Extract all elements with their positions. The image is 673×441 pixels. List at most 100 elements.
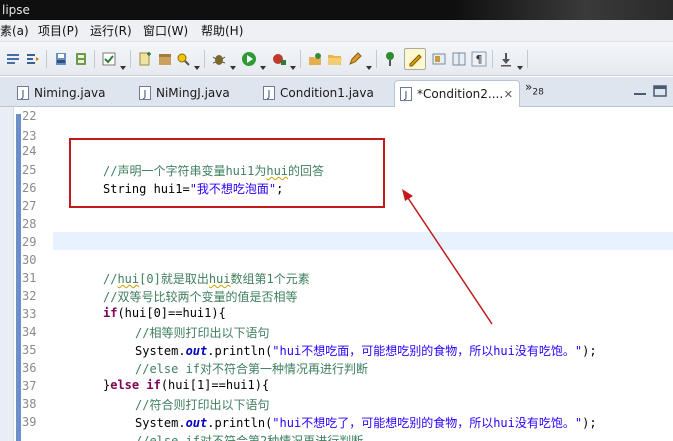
- pin-icon[interactable]: [381, 50, 399, 68]
- annotation-gutter: [0, 107, 14, 441]
- code-line-39[interactable]: System.out.println("hui不想吃了，可能想吃别的食物，所以h…: [135, 414, 597, 431]
- new-class-icon[interactable]: [136, 50, 154, 68]
- code-line-33[interactable]: if(hui[0]==hui1){: [103, 306, 226, 320]
- tab-condition2-java[interactable]: J *Condition2.... ✕: [394, 80, 520, 107]
- main-toolbar: ¶: [0, 42, 673, 76]
- open-folder-icon[interactable]: [326, 50, 344, 68]
- code-text: (hui[0]==hui1){: [117, 306, 226, 320]
- code-string: "hui不想吃面，可能想吃别的食物，所以hui没有吃饱。": [272, 344, 583, 358]
- code-line-37[interactable]: }else if(hui[1]==hui1){: [103, 378, 269, 392]
- chevron-down-icon[interactable]: [260, 56, 266, 70]
- svg-text:J: J: [21, 89, 25, 100]
- package-icon[interactable]: [156, 50, 174, 68]
- refactor-icon[interactable]: [24, 50, 42, 68]
- debug-perspective-icon[interactable]: [72, 50, 90, 68]
- line-number: 38: [22, 397, 37, 411]
- title-bar-glare: [453, 0, 673, 20]
- code-line-36[interactable]: //else if对不符合第一种情况再进行判断: [135, 360, 368, 377]
- menu-bar: 素(a) 项目(P) 运行(R) 窗口(W) 帮助(H): [0, 20, 673, 42]
- java-file-icon: J: [139, 86, 151, 100]
- pen-icon[interactable]: [346, 50, 364, 68]
- minimize-icon[interactable]: [632, 84, 648, 98]
- toolbar-separator: [204, 50, 205, 68]
- line-number: 24: [22, 144, 37, 158]
- spelling-warning: hui: [117, 272, 140, 286]
- save-all-icon[interactable]: [52, 50, 70, 68]
- menu-source[interactable]: 素(a): [0, 20, 29, 42]
- external-tools-icon[interactable]: [270, 50, 288, 68]
- chevron-down-icon[interactable]: [517, 56, 523, 70]
- code-text: );: [582, 344, 597, 358]
- line-number: 39: [22, 415, 37, 429]
- svg-text:¶: ¶: [476, 53, 483, 66]
- code-comment: [0]就是取出: [139, 272, 209, 286]
- nav-back-icon[interactable]: [497, 50, 515, 68]
- code-text: );: [582, 416, 597, 430]
- code-text: .println(: [207, 416, 273, 430]
- toolbar-separator: [527, 50, 528, 68]
- code-field: out: [185, 344, 208, 358]
- tab-label: *Condition2....: [417, 87, 504, 101]
- line-number: 31: [22, 271, 37, 285]
- editor-tab-bar: J Niming.java J NiMingJ.java J Condition…: [0, 77, 673, 107]
- menu-window[interactable]: 窗口(W): [143, 20, 188, 42]
- hidden-tab-count: 28: [532, 87, 544, 98]
- line-number: 25: [22, 163, 37, 177]
- debug-icon[interactable]: [210, 50, 228, 68]
- menu-project[interactable]: 项目(P): [38, 20, 79, 42]
- toolbar-separator: [130, 50, 131, 68]
- checklist-icon[interactable]: [100, 50, 118, 68]
- annotation-highlight-box: [69, 138, 385, 208]
- chevron-down-icon[interactable]: [230, 56, 236, 70]
- svg-text:J: J: [267, 89, 271, 100]
- chevron-down-icon[interactable]: [120, 56, 126, 70]
- toolbar-separator: [376, 50, 377, 68]
- code-line-35[interactable]: System.out.println("hui不想吃面，可能想吃别的食物，所以h…: [135, 342, 597, 359]
- chevron-down-icon[interactable]: [290, 56, 296, 70]
- run-icon[interactable]: [240, 50, 258, 68]
- pilcrow-icon[interactable]: ¶: [470, 50, 488, 68]
- window-title-bar: lipse: [0, 0, 673, 20]
- outline-icon[interactable]: [4, 50, 22, 68]
- menu-help[interactable]: 帮助(H): [201, 20, 243, 42]
- code-line-34[interactable]: //相等则打印出以下语句: [135, 324, 269, 341]
- code-keyword: else: [110, 378, 140, 392]
- code-line-31[interactable]: //hui[0]就是取出hui数组第1个元素: [103, 270, 310, 287]
- line-number: 34: [22, 325, 37, 339]
- tab-label: Niming.java: [34, 86, 106, 100]
- code-comment: //: [103, 272, 118, 286]
- current-line-highlight: [53, 232, 673, 250]
- code-line-32[interactable]: //双等号比较两个变量的值是否相等: [103, 288, 297, 305]
- svg-text:J: J: [404, 90, 408, 101]
- line-number: 28: [22, 217, 37, 231]
- maximize-icon[interactable]: [652, 84, 668, 98]
- line-number: 36: [22, 361, 37, 375]
- tab-niming-java[interactable]: J Niming.java: [12, 80, 134, 107]
- chevron-down-icon[interactable]: [366, 56, 372, 70]
- line-number: 22: [22, 109, 37, 123]
- chevron-down-icon[interactable]: [194, 56, 200, 70]
- code-text: System.: [135, 416, 186, 430]
- tab-nimingj-java[interactable]: J NiMingJ.java: [134, 80, 258, 107]
- highlight-icon[interactable]: [404, 48, 426, 70]
- toolbar-separator: [46, 50, 47, 68]
- menu-run[interactable]: 运行(R): [90, 20, 132, 42]
- change-marker: [16, 114, 21, 441]
- open-type-icon[interactable]: [306, 50, 324, 68]
- toggle-icon[interactable]: [430, 50, 448, 68]
- tab-condition1-java[interactable]: J Condition1.java: [258, 80, 394, 107]
- close-icon[interactable]: ✕: [504, 82, 513, 108]
- code-keyword: if: [103, 306, 118, 320]
- code-line-40[interactable]: //else if对不符合第2种情况再进行判断: [135, 432, 363, 441]
- code-line-38[interactable]: //符合则打印出以下语句: [135, 396, 269, 413]
- line-number: 23: [22, 129, 37, 143]
- toolbar-separator: [492, 50, 493, 68]
- split-icon[interactable]: [450, 50, 468, 68]
- search-icon[interactable]: [174, 50, 192, 68]
- tab-label: NiMingJ.java: [156, 86, 230, 100]
- line-number: 33: [22, 307, 37, 321]
- code-text: (hui[1]==hui1){: [160, 378, 270, 392]
- line-number: 37: [22, 379, 37, 393]
- tab-overflow-button[interactable]: »28: [525, 80, 544, 97]
- svg-text:J: J: [143, 89, 147, 100]
